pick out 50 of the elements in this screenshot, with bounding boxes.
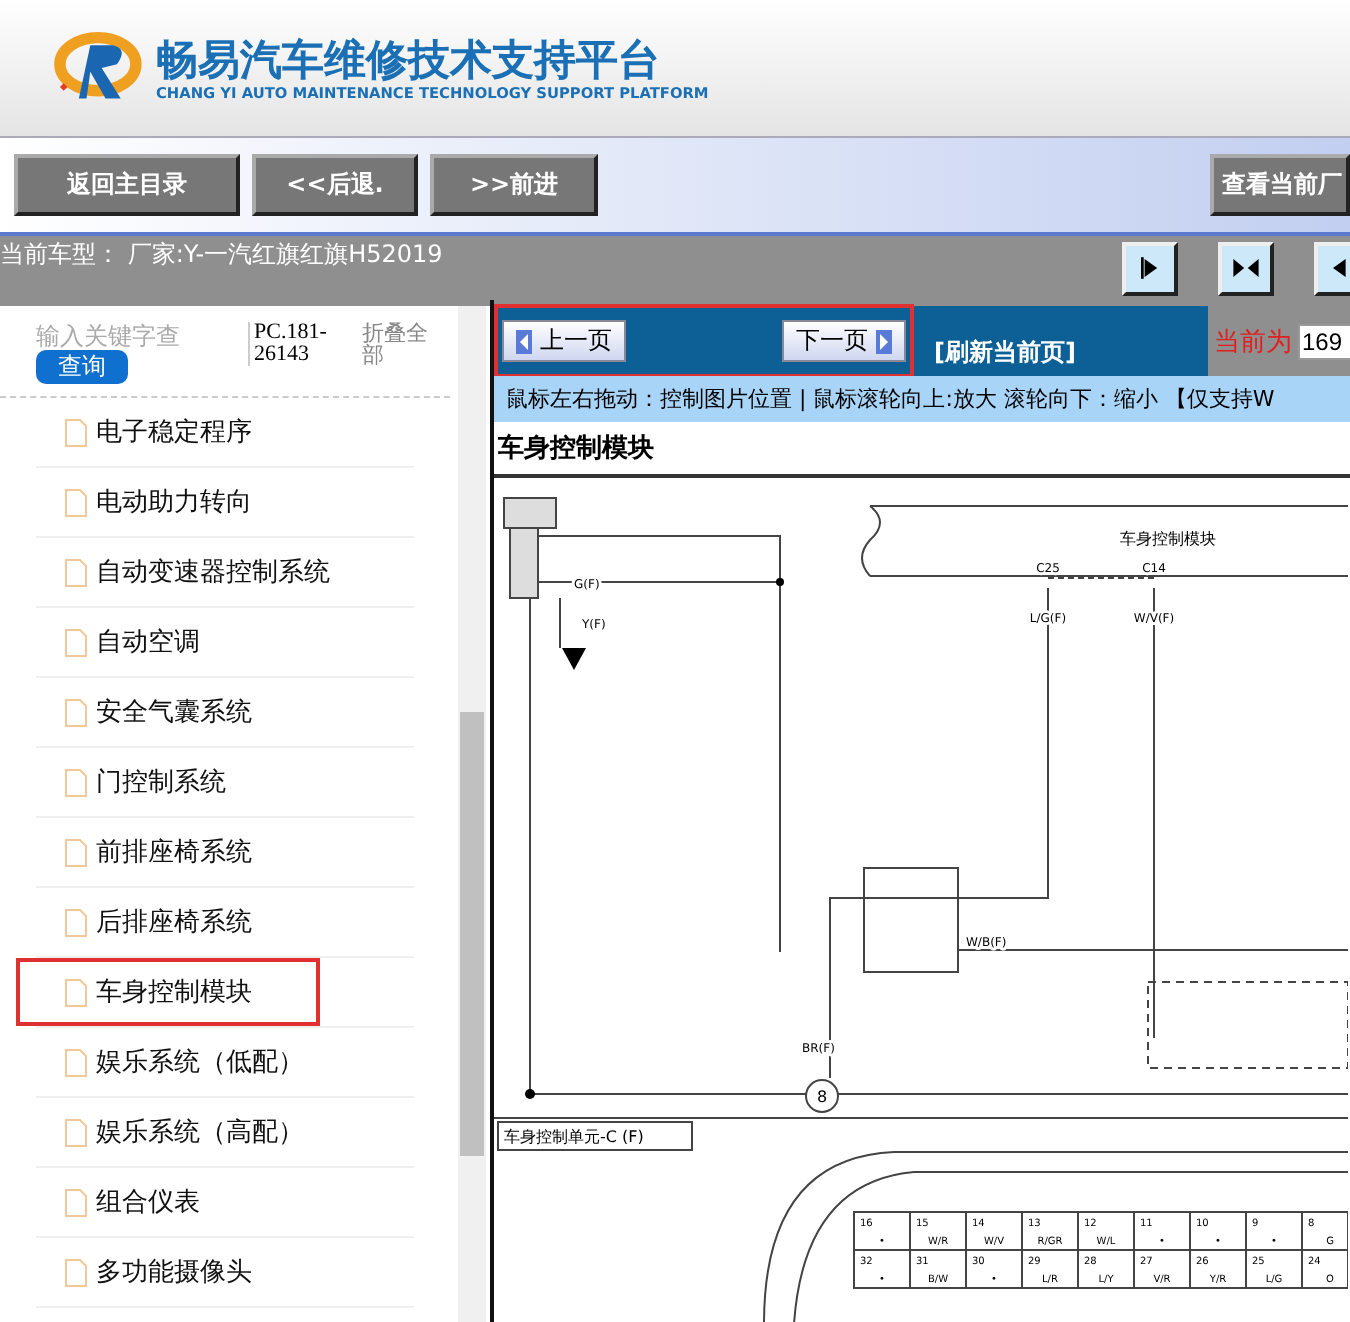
tree-item[interactable]: 后排座椅系统 bbox=[16, 888, 264, 956]
tree-item[interactable]: 安全气囊系统 bbox=[16, 678, 264, 746]
document-icon bbox=[64, 767, 88, 797]
toolbar-button[interactable]: 返回主目录 bbox=[14, 154, 240, 216]
toolbar-button[interactable]: >>前进 bbox=[430, 154, 598, 216]
hint-text: 鼠标左右拖动：控制图片位置 | 鼠标滚轮向上:放大 滚轮向下：缩小 【仅支持W bbox=[494, 376, 1350, 422]
document-icon bbox=[64, 1047, 88, 1077]
document-icon bbox=[64, 417, 88, 447]
document-icon bbox=[64, 907, 88, 937]
next-page-button[interactable]: 下一页 bbox=[782, 320, 906, 362]
document-icon bbox=[64, 557, 88, 587]
toolbar-button[interactable]: <<后退. bbox=[252, 154, 418, 216]
previous-page-button[interactable]: 上一页 bbox=[502, 320, 626, 362]
document-icon bbox=[64, 697, 88, 727]
right-arrow-icon bbox=[876, 329, 892, 353]
document-icon bbox=[64, 1187, 88, 1217]
document-icon bbox=[64, 977, 88, 1007]
tree-item[interactable]: 组合仪表 bbox=[16, 1168, 212, 1236]
tree-item[interactable]: 电动助力转向 bbox=[16, 468, 264, 536]
tree-item[interactable]: 娱乐系统（高配） bbox=[16, 1098, 316, 1166]
current-page-label: 当前为 bbox=[1214, 325, 1292, 359]
tree-item[interactable]: 前排座椅系统 bbox=[16, 818, 264, 886]
document-icon bbox=[64, 627, 88, 657]
diagram-label: 车身控制模块 bbox=[1120, 530, 1216, 548]
collapse-all-link[interactable]: 折叠全部 bbox=[362, 322, 442, 366]
tree-item[interactable]: 门控制系统 bbox=[16, 748, 238, 816]
tree-item[interactable]: 车身控制模块 bbox=[16, 958, 320, 1026]
diagram-label: 8 bbox=[816, 1088, 828, 1106]
document-icon bbox=[64, 837, 88, 867]
page-number-field[interactable]: 169 bbox=[1298, 323, 1350, 359]
site-title: 畅易汽车维修技术支持平台 bbox=[156, 35, 662, 83]
document-icon bbox=[64, 487, 88, 517]
search-button[interactable]: 查询 bbox=[36, 350, 128, 384]
current-model-text: 当前车型： 厂家:Y-一汽红旗红旗H52019 bbox=[0, 238, 443, 272]
tree-item[interactable]: 娱乐系统（低配） bbox=[16, 1028, 316, 1096]
tree-item[interactable]: 自动变速器控制系统 bbox=[16, 538, 342, 606]
document-icon bbox=[64, 1117, 88, 1147]
tree-item[interactable]: 多功能摄像头 bbox=[16, 1238, 264, 1306]
tree-item[interactable]: 自动空调 bbox=[16, 608, 212, 676]
toolbar-button[interactable]: 查看当前厂 bbox=[1210, 154, 1350, 216]
document-icon bbox=[64, 1257, 88, 1287]
code-text: PC.181-26143 bbox=[248, 322, 346, 366]
diagram-label: 车身控制单元-C (F) bbox=[504, 1128, 644, 1146]
refresh-link[interactable]: [刷新当前页] bbox=[934, 336, 1076, 370]
page-title: 车身控制模块 bbox=[494, 422, 1350, 478]
tree-item[interactable]: 电子稳定程序 bbox=[16, 398, 264, 466]
split-icon[interactable] bbox=[1218, 241, 1274, 295]
expand-icon[interactable] bbox=[1122, 241, 1178, 295]
left-arrow-icon bbox=[516, 329, 532, 353]
scrollbar[interactable] bbox=[458, 306, 486, 1322]
